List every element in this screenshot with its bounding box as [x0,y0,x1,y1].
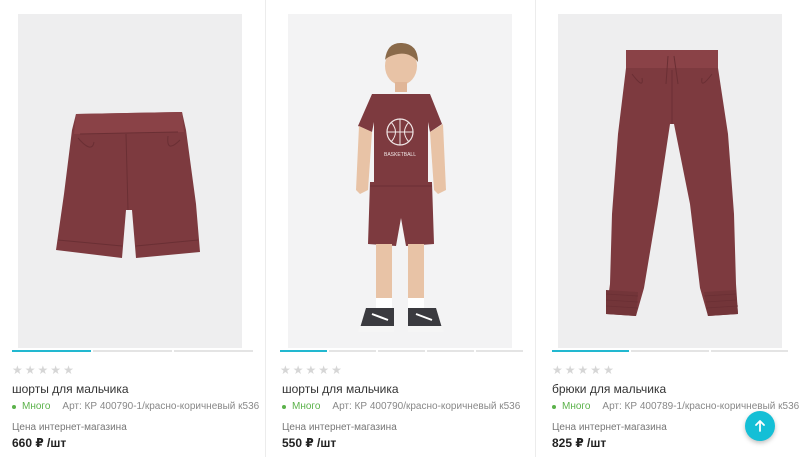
rating-stars: ★ ★ ★ ★ ★ [552,364,614,376]
star-icon: ★ [318,363,330,377]
stock-indicator-icon [282,404,286,409]
stock-indicator-icon [552,404,556,409]
price-label: Цена интернет-магазина [282,422,397,433]
star-icon: ★ [577,363,589,377]
product-title[interactable]: брюки для мальчика [552,382,666,396]
star-icon: ★ [24,363,36,377]
article-number: Арт: КР 400790/красно-коричневый к536 [332,401,521,412]
product-meta: Много Арт: КР 400790-1/красно-коричневый… [12,401,259,412]
price-label: Цена интернет-магазина [552,422,667,433]
shirt-print-text: BASKETBALL [384,152,416,158]
product-price: 825 ₽ /шт [552,436,607,450]
image-pager[interactable] [280,350,523,352]
pants-image [558,14,782,348]
product-price: 550 ₽ /шт [282,436,337,450]
star-icon: ★ [552,363,563,377]
product-title[interactable]: шорты для мальчика [282,382,399,396]
product-price: 660 ₽ /шт [12,436,67,450]
star-icon: ★ [292,363,304,377]
product-meta: Много Арт: КР 400790/красно-коричневый к… [282,401,520,412]
stock-status: Много [292,401,321,412]
boy-model-image: BASKETBALL [288,14,512,348]
product-title[interactable]: шорты для мальчика [12,382,129,396]
star-icon: ★ [63,363,74,377]
product-card[interactable]: ★ ★ ★ ★ ★ шорты для мальчика Много Арт: … [0,0,265,457]
star-icon: ★ [305,363,317,377]
rating-stars: ★ ★ ★ ★ ★ [12,364,74,376]
rating-stars: ★ ★ ★ ★ ★ [280,364,342,376]
stock-indicator-icon [12,404,16,409]
price-label: Цена интернет-магазина [12,422,127,433]
product-card[interactable]: ★ ★ ★ ★ ★ брюки для мальчика Много Арт: … [536,0,800,457]
star-icon: ★ [603,363,614,377]
image-pager[interactable] [552,350,788,352]
product-image[interactable] [18,14,242,348]
product-image[interactable] [558,14,782,348]
star-icon: ★ [331,363,342,377]
article-number: Арт: КР 400790-1/красно-коричневый к536 [62,401,260,412]
star-icon: ★ [50,363,62,377]
stock-status: Много [22,401,51,412]
image-pager[interactable] [12,350,253,352]
star-icon: ★ [564,363,576,377]
product-image[interactable]: BASKETBALL [288,14,512,348]
product-card[interactable]: BASKETBALL ★ ★ ★ ★ ★ шорты для мальчика … [266,0,535,457]
star-icon: ★ [37,363,49,377]
star-icon: ★ [12,363,23,377]
scroll-to-top-button[interactable] [745,411,775,441]
star-icon: ★ [280,363,291,377]
article-number: Арт: КР 400789-1/красно-коричневый к536 [602,401,800,412]
shorts-image [18,14,242,348]
stock-status: Много [562,401,591,412]
arrow-up-icon [755,420,765,432]
product-grid: ★ ★ ★ ★ ★ шорты для мальчика Много Арт: … [0,0,800,457]
star-icon: ★ [590,363,602,377]
